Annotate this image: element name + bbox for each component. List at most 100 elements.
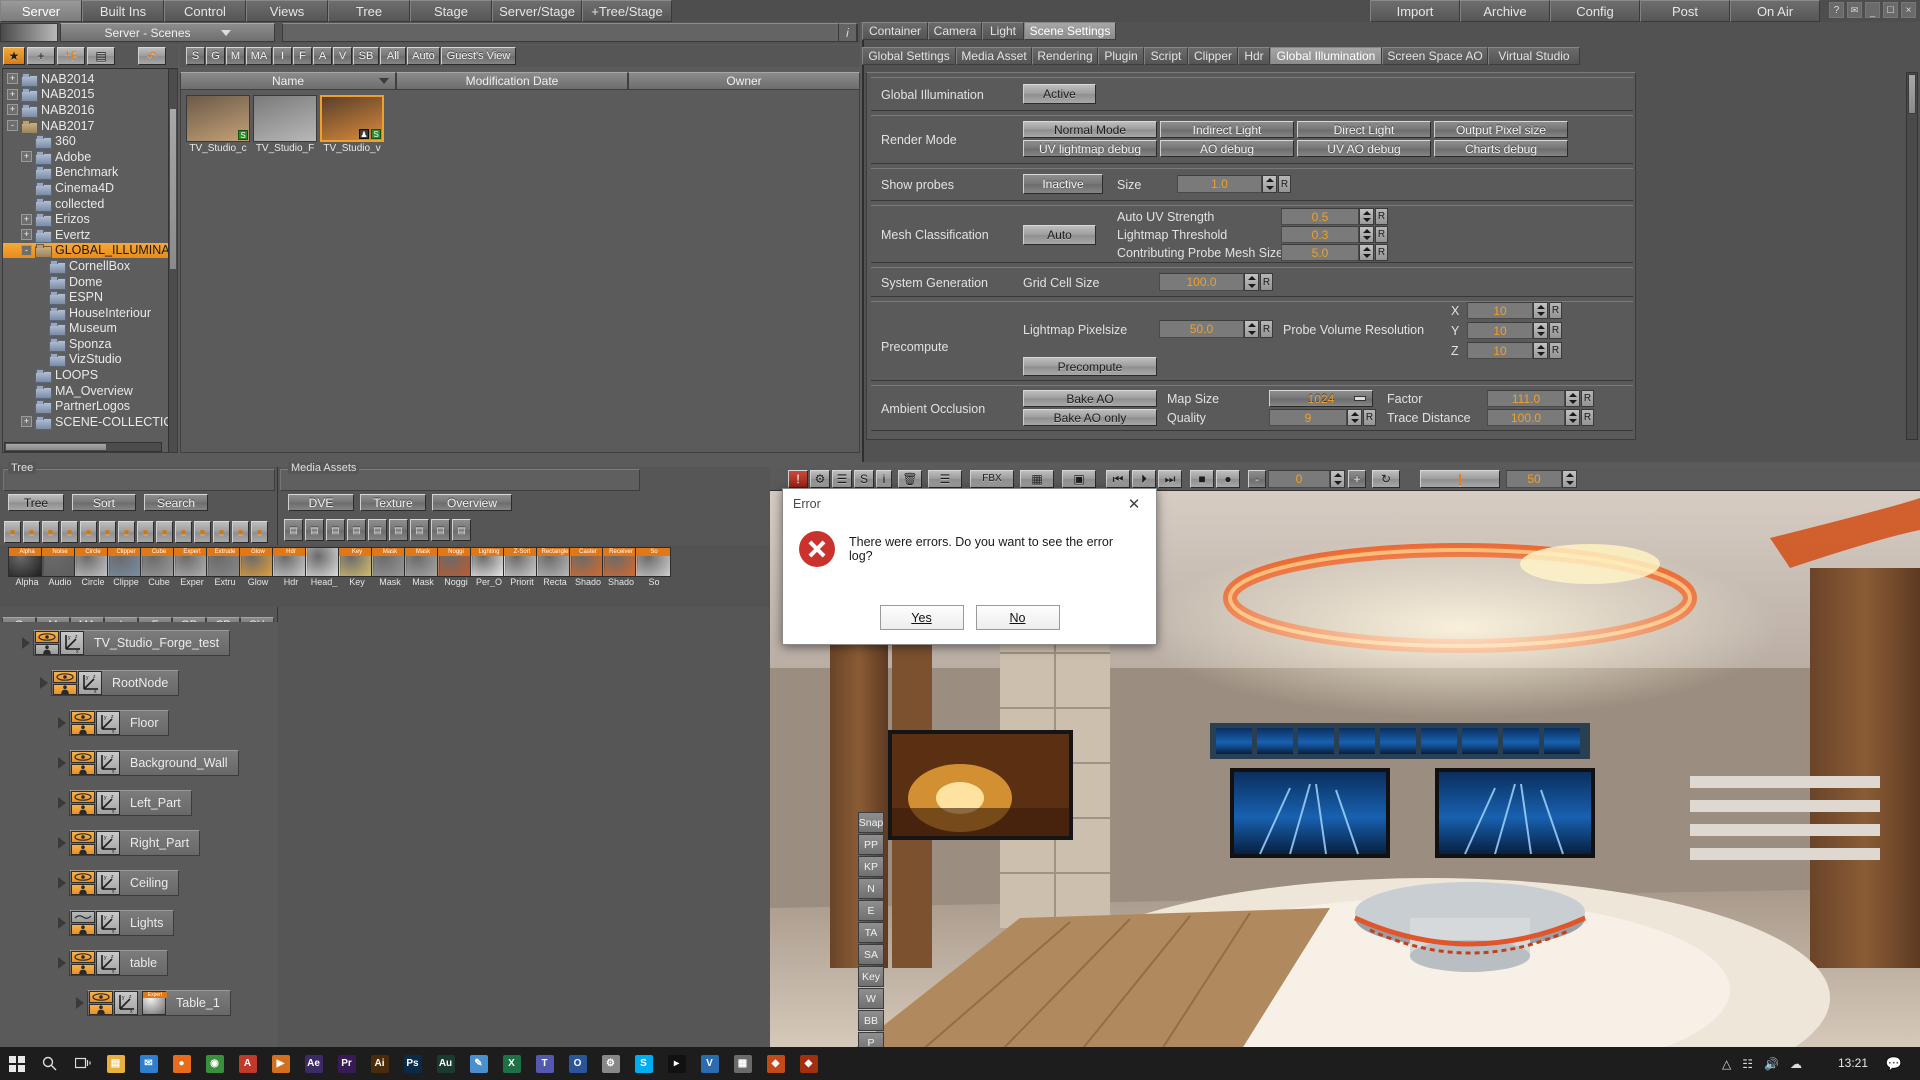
node-material-icon[interactable]: Expert (142, 991, 167, 1015)
node-expander-icon[interactable] (58, 797, 66, 809)
stop-icon[interactable]: ■ (1190, 470, 1214, 488)
key-object-icon[interactable] (35, 643, 59, 655)
quality-spinner[interactable] (1347, 409, 1362, 426)
network-icon[interactable]: ☷ (1742, 1057, 1753, 1071)
grid-cell-size-spinner[interactable] (1244, 273, 1259, 291)
contributing-probe-mesh-size-reset[interactable]: R (1375, 244, 1388, 261)
yes-button[interactable]: Yes (879, 605, 964, 630)
scene-node-tree[interactable]: y z x TV_Studio_Forge_test y z x RootNode y z x Flo… (0, 622, 278, 1047)
minus-button[interactable]: - (1248, 470, 1266, 488)
taskbar-app-photoshop[interactable]: Ps (396, 1047, 429, 1080)
grid-cell-size-field[interactable]: 100.0 (1159, 273, 1244, 291)
folder-tree-item[interactable]: CornellBox (3, 258, 177, 274)
no-button[interactable]: No (975, 605, 1060, 630)
render-mode-normal[interactable]: Normal Mode (1023, 121, 1157, 138)
scene-tree-node[interactable]: y z x RootNode (40, 670, 180, 696)
notification-icon[interactable]: 💬 (1886, 1047, 1902, 1080)
layers-icon[interactable]: ☰ (928, 470, 962, 488)
folder-tree-item[interactable]: ESPN (3, 289, 177, 306)
factor-field[interactable]: 111.0 (1487, 390, 1565, 407)
auto-uv-strength-reset[interactable]: R (1375, 208, 1388, 225)
trace-distance-field[interactable]: 100.0 (1487, 409, 1565, 426)
viewport-tag-n[interactable]: N (858, 878, 884, 899)
filter-i[interactable]: I (273, 47, 292, 65)
collapse-icon[interactable]: - (21, 244, 32, 256)
folder-tree-item[interactable]: + Adobe (3, 149, 177, 165)
trash-icon[interactable]: 🗑 (898, 470, 922, 488)
lightmap-pixelsize-field[interactable]: 50.0 (1159, 320, 1244, 338)
filter-auto[interactable]: Auto (407, 47, 440, 65)
node-visibility-icons[interactable] (71, 711, 95, 735)
taskbar-app-acrobat[interactable]: A (231, 1047, 264, 1080)
render-mode-output-pixel-size[interactable]: Output Pixel size (1434, 121, 1568, 138)
scene-tree-node[interactable]: y z x table (58, 950, 169, 976)
expand-icon[interactable]: + (7, 73, 18, 85)
viewport-tag-snap[interactable]: Snap (858, 812, 884, 833)
eye-icon[interactable] (35, 631, 59, 643)
frame-spinner[interactable] (1330, 470, 1345, 488)
tree-tool-button-7[interactable]: ■ (118, 521, 135, 543)
map-size-dropdown[interactable]: 1024 (1269, 390, 1373, 407)
filter-g[interactable]: G (206, 47, 225, 65)
taskbar-app-illustrator[interactable]: Ai (363, 1047, 396, 1080)
tab-global-settings[interactable]: Global Settings (862, 47, 956, 65)
tree-tool-button-12[interactable]: ■ (213, 521, 230, 543)
menu-built-ins[interactable]: Built Ins (82, 0, 164, 22)
taskbar-app-mail[interactable]: ✉ (132, 1047, 165, 1080)
settings-vscrollbar[interactable] (1906, 72, 1918, 440)
folder-tree-item[interactable]: + NAB2015 (3, 87, 177, 103)
scene-tree-node-box[interactable]: y z x Background_Wall (69, 750, 239, 776)
render-mode-indirect-light[interactable]: Indirect Light (1160, 121, 1294, 138)
scene-tree-node-box[interactable]: y z x Ceiling (69, 870, 180, 896)
taskbar-app-calculator[interactable]: ▦ (726, 1047, 759, 1080)
key-object-icon[interactable] (71, 923, 95, 935)
node-visibility-icons[interactable] (53, 671, 77, 695)
info-icon[interactable]: i (838, 23, 857, 42)
menu-archive[interactable]: Archive (1460, 0, 1550, 22)
folder-tree-item[interactable]: MA_Overview (3, 383, 177, 399)
eye-icon[interactable] (71, 791, 95, 803)
taskbar-app-media-player[interactable]: ▶ (264, 1047, 297, 1080)
filter-v[interactable]: V (333, 47, 352, 65)
minimize-icon[interactable]: _ (1865, 2, 1880, 18)
tab-global-illumination[interactable]: Global Illumination (1270, 47, 1382, 65)
scene-path-bar[interactable] (282, 23, 858, 42)
menu-tree-stage[interactable]: +Tree/Stage (582, 0, 672, 22)
guest-view-button[interactable]: Guest's View (441, 47, 516, 65)
scene-tree-node-box[interactable]: y z x Floor (69, 710, 170, 736)
tree-tool-button-8[interactable]: ■ (137, 521, 154, 543)
transform-axis-icon[interactable]: yzx (78, 671, 102, 695)
viewport-tag-sa[interactable]: SA (858, 944, 884, 965)
folder-tree-item[interactable]: - NAB2017 (3, 118, 177, 134)
grid-toggle-icon[interactable]: ▦ (1020, 470, 1054, 488)
tree-tool-button-5[interactable]: ■ (80, 521, 97, 543)
folder-tree-item[interactable]: + Erizos (3, 211, 177, 228)
node-expander-icon[interactable] (58, 917, 66, 929)
node-visibility-icons[interactable] (71, 791, 95, 815)
scene-tree-node-box[interactable]: y z x TV_Studio_Forge_test (33, 630, 231, 656)
eye-icon[interactable] (71, 711, 95, 723)
scene-tree-node[interactable]: y z x Ceiling (58, 870, 180, 896)
tree-tool-button-11[interactable]: ■ (194, 521, 211, 543)
viewport-tag-pp[interactable]: PP (858, 834, 884, 855)
close-icon[interactable]: × (1901, 2, 1916, 18)
menu-on-air[interactable]: On Air (1730, 0, 1820, 22)
probe-axis-x-field[interactable]: 10 (1467, 302, 1533, 319)
lightmap-threshold-spinner[interactable] (1359, 226, 1374, 243)
lightmap-pixelsize-spinner[interactable] (1244, 320, 1259, 338)
tab-hdr[interactable]: Hdr (1238, 47, 1270, 65)
node-visibility-icons[interactable] (71, 831, 95, 855)
node-expander-icon[interactable] (22, 637, 30, 649)
folder-tree-item[interactable]: + Evertz (3, 227, 177, 243)
filter-all[interactable]: All (380, 47, 406, 65)
eye-icon[interactable] (53, 671, 77, 683)
node-visibility-icons[interactable] (71, 951, 95, 975)
key-object-icon[interactable] (71, 723, 95, 735)
scene-tree-node-box[interactable]: y z x table (69, 950, 169, 976)
filter-f[interactable]: F (293, 47, 312, 65)
folder-tree-item[interactable]: HouseInteriour (3, 305, 177, 321)
taskbar-app-excel[interactable]: X (495, 1047, 528, 1080)
factor-spinner[interactable] (1565, 390, 1580, 407)
search-icon[interactable] (33, 1047, 66, 1080)
material-swatch[interactable]: So So (635, 547, 673, 587)
